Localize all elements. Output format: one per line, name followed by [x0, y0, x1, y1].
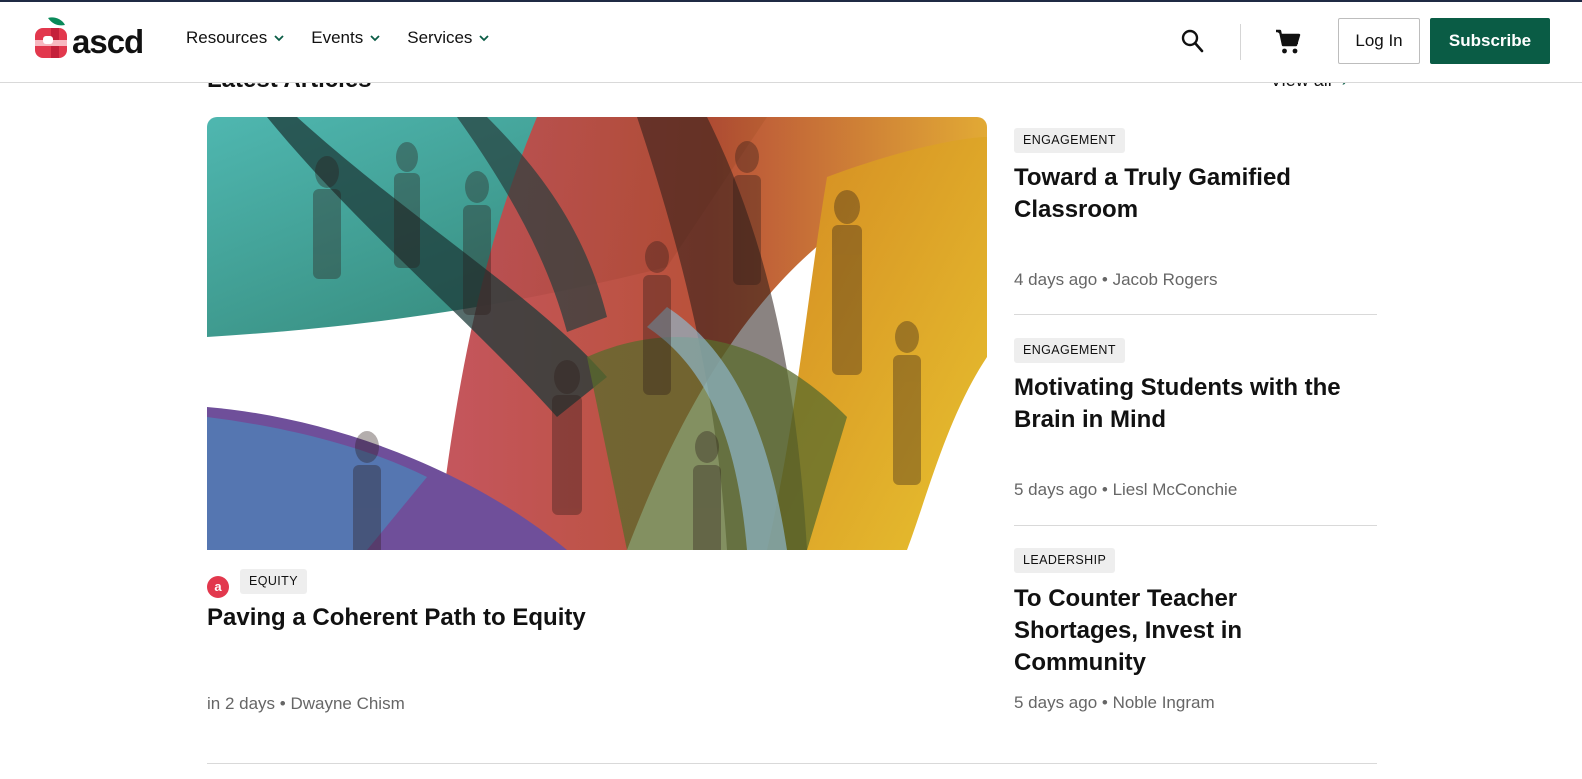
site-header: ascd Resources Events Services Log In Su…: [0, 2, 1582, 83]
chevron-down-icon: [274, 35, 284, 42]
feature-article-meta: in 2 days • Dwayne Chism: [207, 694, 405, 713]
nav-label: Resources: [186, 28, 268, 47]
nav-label: Services: [407, 28, 473, 47]
article-meta: 5 days ago • Liesl McConchie: [1014, 480, 1238, 499]
cart-icon[interactable]: [1274, 28, 1302, 56]
category-badge[interactable]: ENGAGEMENT: [1014, 338, 1125, 363]
category-badge[interactable]: LEADERSHIP: [1014, 548, 1116, 573]
subscribe-button[interactable]: Subscribe: [1430, 18, 1550, 64]
feature-article-title[interactable]: Paving a Coherent Path to Equity: [207, 604, 586, 632]
chevron-down-icon: [479, 35, 490, 42]
search-icon[interactable]: [1180, 28, 1204, 54]
article-title[interactable]: To Counter Teacher Shortages, Invest in …: [1014, 583, 1354, 679]
ascd-logo-mark-icon: [34, 16, 68, 58]
article-meta: 4 days ago • Jacob Rogers: [1014, 270, 1218, 289]
article-meta: 5 days ago • Noble Ingram: [1014, 693, 1215, 712]
feature-article-image[interactable]: [207, 117, 987, 550]
main-nav: Resources Events Services: [186, 28, 490, 48]
author-avatar: a: [207, 576, 229, 598]
article-title[interactable]: Motivating Students with the Brain in Mi…: [1014, 372, 1354, 436]
header-divider: [1240, 24, 1241, 60]
category-badge[interactable]: EQUITY: [240, 569, 307, 594]
nav-item-events[interactable]: Events: [311, 28, 381, 48]
nav-item-resources[interactable]: Resources: [186, 28, 285, 48]
category-badge[interactable]: ENGAGEMENT: [1014, 128, 1125, 153]
site-logo[interactable]: ascd: [34, 16, 144, 60]
article-title[interactable]: Toward a Truly Gamified Classroom: [1014, 162, 1354, 226]
login-button[interactable]: Log In: [1338, 18, 1420, 64]
section-divider: [207, 763, 1377, 764]
chevron-down-icon: [370, 35, 380, 42]
logo-text: ascd: [72, 22, 144, 60]
article-divider: [1014, 314, 1377, 315]
article-divider: [1014, 525, 1377, 526]
nav-item-services[interactable]: Services: [407, 28, 490, 48]
nav-label: Events: [311, 28, 364, 47]
